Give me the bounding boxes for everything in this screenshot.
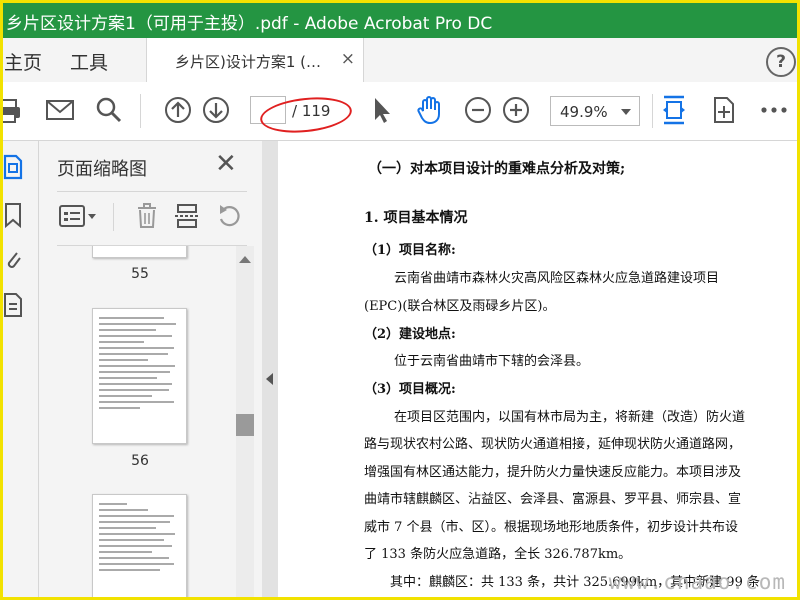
zoom-in-icon[interactable]: [500, 94, 532, 126]
doc-section-title: 1. 项目基本情况: [364, 210, 468, 226]
window-title: 乡片区设计方案1（可用于主投）.pdf - Adobe Acrobat Pro …: [6, 14, 493, 34]
fit-page-icon[interactable]: [658, 94, 690, 126]
doc-text-line: 路与现状农村公路、现状防火通道相接，延伸现状防火通道路网，: [364, 437, 742, 452]
hand-tool-icon[interactable]: [414, 94, 446, 126]
scroll-up-icon[interactable]: [239, 256, 251, 263]
pane-splitter[interactable]: [262, 141, 278, 600]
select-cursor-icon[interactable]: [366, 94, 398, 126]
toolbar: / 119 49.9%: [0, 82, 800, 141]
page-thumbnails-icon[interactable]: [2, 153, 24, 181]
next-page-icon[interactable]: [200, 94, 232, 126]
thumbnail-scrollbar[interactable]: [236, 246, 254, 600]
doc-text-line: 增强国有林区通达能力，提升防火力量快速反应能力。本项目涉及: [364, 465, 742, 480]
thumbnail-page[interactable]: [92, 246, 187, 258]
document-icon[interactable]: [2, 291, 24, 319]
doc-item-title: （2）建设地点:: [364, 327, 456, 342]
extract-pages-icon[interactable]: [173, 203, 201, 229]
thumbnail-page-number: 56: [131, 453, 149, 469]
watermark: www.cnaao.com: [608, 570, 786, 594]
pane-title: 页面缩略图: [57, 159, 147, 180]
thumbnail-options-icon[interactable]: [57, 203, 101, 229]
rotate-icon[interactable]: [215, 203, 243, 229]
close-tab-icon[interactable]: ×: [341, 49, 355, 69]
doc-text-line: (EPC)(联合林区及雨碌乡片区)。: [364, 299, 556, 314]
doc-item-title: （3）项目概况:: [364, 382, 456, 397]
navigation-rail: [0, 141, 39, 600]
tab-bar: 主页 工具 乡片区)设计方案1 (… × ?: [0, 38, 800, 83]
document-view[interactable]: （一）对本项目设计的重难点分析及对策; 1. 项目基本情况 （1）项目名称: 云…: [278, 141, 800, 600]
doc-text-line: 云南省曲靖市森林火灾高风险区森林火应急道路建设项目: [394, 271, 720, 286]
rotate-view-icon[interactable]: [708, 94, 740, 126]
zoom-level-value: 49.9%: [560, 103, 608, 121]
doc-text-line: 曲靖市辖麒麟区、沾益区、会泽县、富源县、罗平县、师宗县、宣: [364, 492, 742, 507]
scrollbar-thumb[interactable]: [236, 414, 254, 436]
zoom-level-select[interactable]: 49.9%: [550, 96, 640, 126]
previous-page-icon[interactable]: [162, 94, 194, 126]
thumbnail-page[interactable]: [92, 494, 187, 600]
doc-text-line: 位于云南省曲靖市下辖的会泽县。: [394, 354, 590, 369]
tab-tools[interactable]: 工具: [70, 48, 108, 75]
doc-item-title: （1）项目名称:: [364, 243, 456, 258]
thumbnail-list: 55 56: [39, 246, 262, 600]
close-icon[interactable]: ✕: [215, 149, 237, 179]
thumbnail-page[interactable]: [92, 308, 187, 444]
collapse-pane-icon[interactable]: [266, 373, 273, 385]
document-tab-label: 乡片区)设计方案1 (…: [175, 53, 322, 71]
thumbnail-page-number: 55: [131, 266, 149, 282]
document-tab[interactable]: 乡片区)设计方案1 (… ×: [146, 38, 364, 83]
doc-text-line: 了 133 条防火应急道路，全长 326.787km。: [364, 547, 632, 562]
pane-divider: [57, 191, 247, 192]
toolbar-divider: [140, 94, 141, 128]
thumbnails-pane: 页面缩略图 ✕ 55 56: [39, 141, 263, 600]
title-bar: 乡片区设计方案1（可用于主投）.pdf - Adobe Acrobat Pro …: [0, 0, 800, 38]
delete-icon[interactable]: [133, 203, 161, 229]
toolbar-divider: [652, 94, 653, 128]
search-icon[interactable]: [93, 94, 125, 126]
attachment-icon[interactable]: [2, 247, 24, 275]
print-icon[interactable]: [0, 94, 24, 126]
email-icon[interactable]: [44, 94, 76, 126]
zoom-out-icon[interactable]: [462, 94, 494, 126]
help-icon[interactable]: ?: [766, 47, 796, 77]
pane-divider: [113, 203, 114, 231]
chevron-down-icon: [621, 109, 631, 115]
doc-text-line: 在项目区范围内，以国有林市局为主，将新建（改造）防火道: [394, 410, 746, 425]
doc-text-line: 威市 7 个县（市、区）。根据现场地形地质条件，初步设计共布设: [364, 520, 739, 535]
tab-home[interactable]: 主页: [4, 48, 42, 75]
doc-heading: （一）对本项目设计的重难点分析及对策;: [368, 161, 626, 177]
bookmark-icon[interactable]: [2, 201, 24, 229]
more-options-icon[interactable]: [758, 94, 790, 126]
